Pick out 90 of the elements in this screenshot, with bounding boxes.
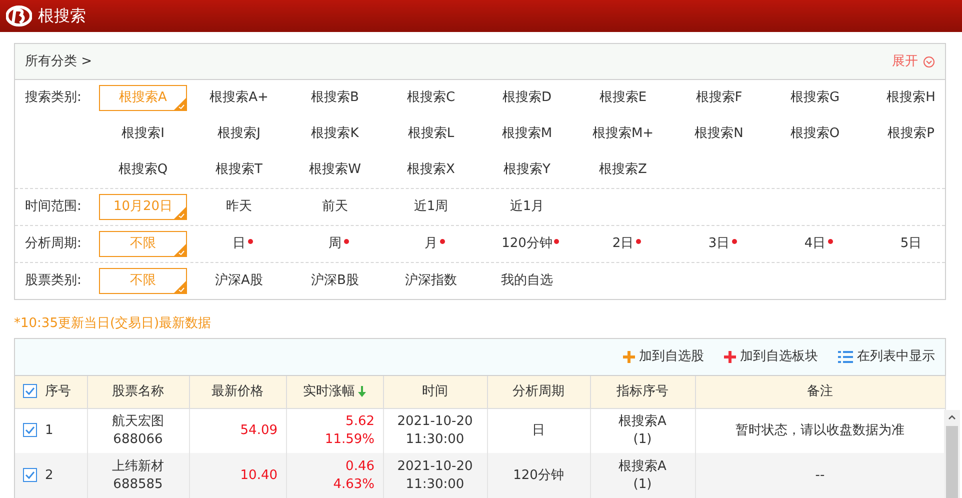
sort-down-icon[interactable] xyxy=(358,386,366,397)
time-cell: 11:30:00 xyxy=(406,476,464,492)
filter-option[interactable]: 根搜索L xyxy=(387,121,475,147)
filter-option[interactable]: 4日 xyxy=(771,231,859,257)
filter-option[interactable]: 根搜索I xyxy=(99,121,187,147)
filter-option[interactable]: 沪深B股 xyxy=(291,268,379,294)
checkbox[interactable] xyxy=(23,384,37,398)
filter-option[interactable]: 我的自选 xyxy=(483,268,571,294)
indicator-number: (1) xyxy=(633,476,652,492)
filter-label: 分析周期: xyxy=(24,235,82,253)
stock-name: 航天宏图 xyxy=(112,414,164,429)
filter-option[interactable]: 2日 xyxy=(579,231,667,257)
filter-option[interactable]: 根搜索O xyxy=(771,121,859,147)
filter-option[interactable]: 近1月 xyxy=(483,194,571,220)
filter-label: 时间范围: xyxy=(24,198,82,216)
filter-option[interactable]: 根搜索Y xyxy=(483,157,571,183)
filter-option[interactable]: 根搜索C xyxy=(387,85,475,111)
filter-option[interactable]: 近1周 xyxy=(387,194,475,220)
filter-option[interactable]: 周 xyxy=(291,231,379,257)
check-corner-icon xyxy=(174,244,186,256)
indicator-number: (1) xyxy=(633,432,652,447)
change-cell: 0.46 xyxy=(346,458,374,474)
filter-option[interactable]: 5日 xyxy=(867,231,955,257)
stock-code: 688066 xyxy=(113,432,163,447)
filter-option[interactable]: 根搜索M+ xyxy=(579,121,667,147)
indicator-cell: 根搜索A xyxy=(618,458,666,474)
filter-option[interactable]: 根搜索E xyxy=(579,85,667,111)
check-corner-icon xyxy=(174,98,186,110)
filter-label: 搜索类别: xyxy=(24,89,82,107)
column-header[interactable]: 时间 xyxy=(422,384,448,399)
scrollbar[interactable] xyxy=(944,410,960,498)
row-number: 1 xyxy=(45,422,54,438)
toolbar-button[interactable]: 加到自选板块 xyxy=(724,347,818,367)
change-cell: 5.62 xyxy=(346,414,374,429)
column-header[interactable]: 备注 xyxy=(807,384,833,399)
date-cell: 2021-10-20 xyxy=(397,414,473,429)
checkbox[interactable] xyxy=(23,468,37,482)
check-corner-icon xyxy=(174,207,186,219)
filter-option[interactable]: 根搜索N xyxy=(675,121,763,147)
filter-option[interactable]: 沪深A股 xyxy=(195,268,283,294)
filter-option[interactable]: 昨天 xyxy=(195,194,283,220)
filter-option[interactable]: 根搜索G xyxy=(771,85,859,111)
filter-option[interactable]: 日 xyxy=(195,231,283,257)
price-cell: 10.40 xyxy=(240,468,278,482)
update-notice: *10:35更新当日(交易日)最新数据 xyxy=(14,315,212,333)
list-icon xyxy=(838,351,853,363)
plus-icon xyxy=(623,351,635,363)
note-cell: 暂时状态，请以收盘数据为准 xyxy=(736,422,904,438)
filter-option[interactable]: 月 xyxy=(387,231,475,257)
change-percent: 11.59% xyxy=(324,432,374,447)
filter-option[interactable]: 根搜索X xyxy=(387,157,475,183)
filter-option[interactable]: 120分钟 xyxy=(483,231,571,257)
logo-icon xyxy=(6,5,32,27)
note-cell: -- xyxy=(815,468,825,482)
filter-option[interactable]: 3日 xyxy=(675,231,763,257)
filter-option[interactable]: 根搜索J xyxy=(195,121,283,147)
filter-option[interactable]: 根搜索D xyxy=(483,85,571,111)
window-title: 根搜索 xyxy=(38,5,86,27)
toolbar-button[interactable]: 加到自选股 xyxy=(623,347,704,367)
filter-option[interactable]: 根搜索Z xyxy=(579,157,667,183)
change-percent: 4.63% xyxy=(333,476,374,492)
period-cell: 120分钟 xyxy=(513,468,564,482)
check-corner-icon xyxy=(174,281,186,293)
toolbar-button[interactable]: 在列表中显示 xyxy=(838,347,935,367)
time-cell: 11:30:00 xyxy=(406,432,464,447)
checkbox[interactable] xyxy=(23,423,37,438)
filter-option[interactable]: 根搜索M xyxy=(483,121,571,147)
price-cell: 54.09 xyxy=(240,422,278,438)
filter-option[interactable]: 根搜索P xyxy=(867,121,955,147)
filter-option[interactable]: 根搜索H xyxy=(867,85,955,111)
filter-option[interactable]: 前天 xyxy=(291,194,379,220)
period-cell: 日 xyxy=(532,422,545,438)
filter-option[interactable]: 根搜索K xyxy=(291,121,379,147)
filter-option[interactable]: 根搜索W xyxy=(291,157,379,183)
filter-option[interactable]: 根搜索A+ xyxy=(195,85,283,111)
indicator-cell: 根搜索A xyxy=(618,414,666,429)
stock-code: 688585 xyxy=(113,476,163,492)
stock-name: 上纬新材 xyxy=(112,458,164,474)
plus-icon xyxy=(724,351,736,363)
filter-option[interactable]: 根搜索T xyxy=(195,157,283,183)
filter-option[interactable]: 根搜索B xyxy=(291,85,379,111)
filter-option[interactable]: 沪深指数 xyxy=(387,268,475,294)
filter-option[interactable]: 根搜索Q xyxy=(99,157,187,183)
chevron-down-icon xyxy=(923,56,935,68)
date-cell: 2021-10-20 xyxy=(397,458,473,474)
column-header[interactable]: 序号 xyxy=(45,384,71,399)
breadcrumb[interactable]: 所有分类 > xyxy=(25,52,92,72)
filter-option[interactable]: 根搜索F xyxy=(675,85,763,111)
filter-label: 股票类别: xyxy=(24,272,82,290)
row-number: 2 xyxy=(45,468,54,482)
